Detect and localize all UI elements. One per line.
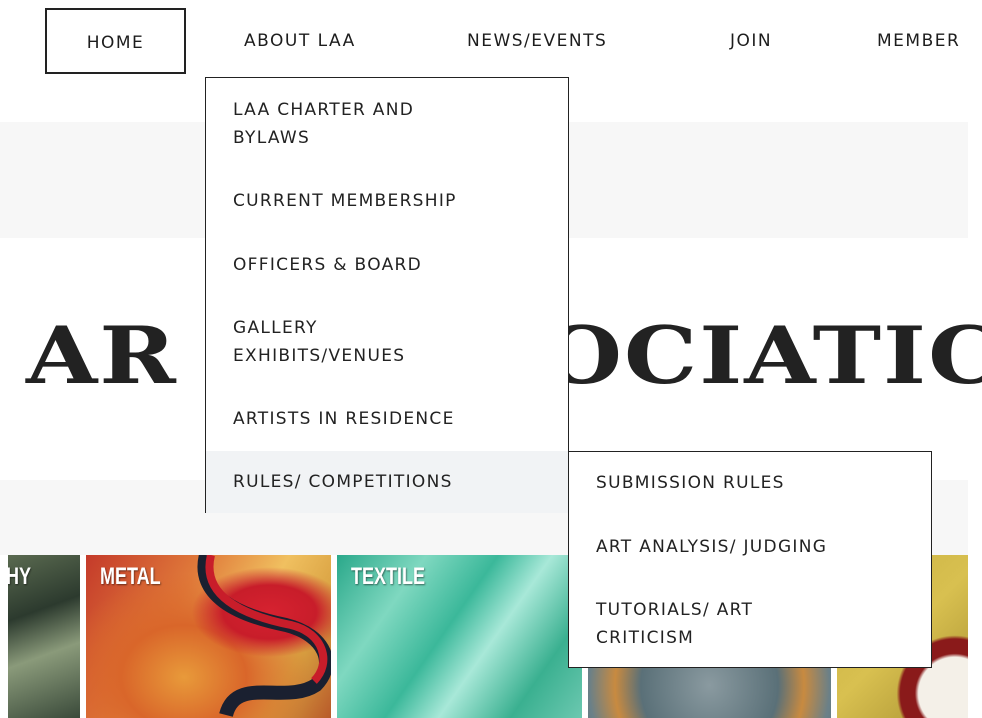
menu-item-artists-in-residence[interactable]: ARTISTS IN RESIDENCE [206, 405, 568, 433]
menu-item-label: TUTORIALS/ ART [596, 600, 754, 620]
nav-member[interactable]: MEMBER [877, 8, 972, 74]
menu-item-charter-bylaws[interactable]: LAA CHARTER AND BYLAWS [206, 96, 568, 152]
rules-submenu: SUBMISSION RULES ART ANALYSIS/ JUDGING T… [568, 451, 932, 668]
menu-item-label: BYLAWS [233, 128, 311, 148]
about-dropdown-menu: LAA CHARTER AND BYLAWS CURRENT MEMBERSHI… [205, 77, 569, 513]
tile-label: HY [8, 563, 32, 590]
menu-item-label: SUBMISSION RULES [596, 473, 785, 493]
tile-photography[interactable]: HY [8, 555, 80, 718]
tile-metal[interactable]: METAL [86, 555, 331, 718]
submenu-item-tutorials-criticism[interactable]: TUTORIALS/ ART CRITICISM [569, 596, 931, 652]
tile-label: TEXTILE [351, 563, 426, 590]
tile-label: METAL [100, 563, 161, 590]
menu-item-label: CURRENT MEMBERSHIP [233, 191, 457, 211]
nav-home[interactable]: HOME [45, 8, 186, 74]
site-title-right: OCIATIC [541, 310, 982, 402]
menu-item-rules-competitions[interactable]: RULES/ COMPETITIONS [206, 451, 568, 513]
menu-item-label: ART ANALYSIS/ JUDGING [596, 537, 828, 557]
tile-textile[interactable]: TEXTILE [337, 555, 582, 718]
nav-news-events[interactable]: NEWS/EVENTS [467, 8, 607, 74]
menu-item-gallery-exhibits[interactable]: GALLERY EXHIBITS/VENUES [206, 314, 568, 370]
submenu-item-art-analysis-judging[interactable]: ART ANALYSIS/ JUDGING [569, 533, 931, 561]
menu-item-label: ARTISTS IN RESIDENCE [233, 409, 455, 429]
main-nav: HOME ABOUT LAA NEWS/EVENTS JOIN MEMBER [0, 0, 982, 78]
submenu-item-submission-rules[interactable]: SUBMISSION RULES [569, 469, 931, 497]
site-title-left: AR [26, 310, 178, 402]
menu-item-label: CRITICISM [596, 628, 695, 648]
nav-join[interactable]: JOIN [730, 8, 772, 74]
menu-item-label: OFFICERS & BOARD [233, 255, 423, 275]
menu-item-officers-board[interactable]: OFFICERS & BOARD [206, 251, 568, 279]
menu-item-label: GALLERY [233, 318, 318, 338]
menu-item-label: LAA CHARTER AND [233, 100, 415, 120]
menu-item-label: EXHIBITS/VENUES [233, 346, 406, 366]
menu-item-current-membership[interactable]: CURRENT MEMBERSHIP [206, 187, 568, 215]
menu-item-label: RULES/ COMPETITIONS [233, 472, 453, 492]
nav-about[interactable]: ABOUT LAA [244, 8, 356, 74]
